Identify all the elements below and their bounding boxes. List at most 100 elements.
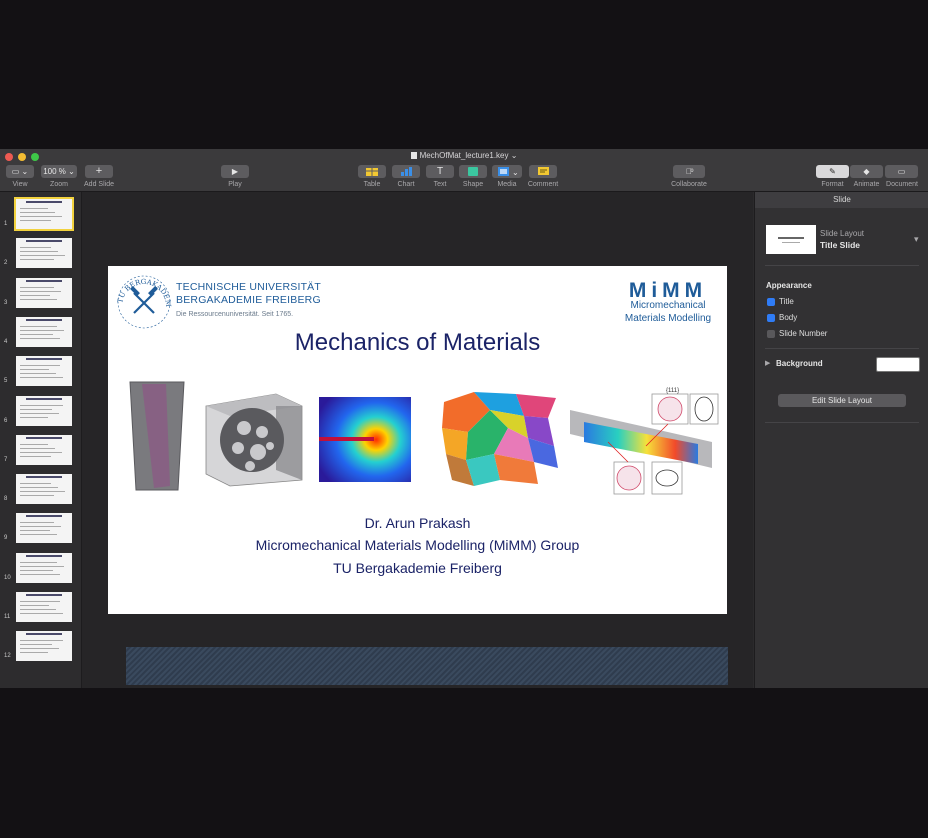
animate-button[interactable]: ◆ <box>850 165 883 178</box>
tab-slide[interactable]: Slide <box>755 192 928 208</box>
university-name-line1: TECHNISCHE UNIVERSITÄT <box>176 281 321 293</box>
mimm-line1: Micromechanical <box>630 300 706 311</box>
table-button[interactable] <box>358 165 386 178</box>
collaborate-icon: ⊕ͦ <box>686 167 692 176</box>
document-button[interactable]: ▭ <box>885 165 918 178</box>
slide-layout-label: Slide Layout <box>820 229 865 238</box>
divider <box>765 422 919 423</box>
table-label: Table <box>363 181 381 188</box>
slide-institution[interactable]: TU Bergakademie Freiberg <box>108 560 727 576</box>
zoom-value: 100 % <box>43 167 66 176</box>
add-slide-button[interactable]: + <box>85 165 113 178</box>
text-label: Text <box>433 181 447 188</box>
slide-thumbnail[interactable] <box>16 238 72 269</box>
media-label: Media <box>497 181 517 188</box>
slide-1[interactable]: TU BERGAKADEMIE FREIBERG TECHNISCHE UNIV… <box>108 266 727 614</box>
appearance-heading: Appearance <box>766 281 812 290</box>
keynote-document-icon <box>410 152 417 159</box>
slide-thumbnail[interactable] <box>16 356 72 387</box>
keynote-window: MechOfMat_lecture1.key ⌄ ▭ ⌄ View 100 % … <box>0 149 928 688</box>
disclosure-triangle-icon[interactable]: ▶ <box>765 359 770 367</box>
comment-button[interactable] <box>529 165 557 178</box>
slide-author[interactable]: Dr. Arun Prakash <box>108 515 727 531</box>
slide-thumbnail[interactable] <box>16 395 72 426</box>
chart-icon <box>401 167 412 176</box>
add-slide-label: Add Slide <box>84 181 114 188</box>
slide-number-label: 1 <box>4 221 8 227</box>
text-button[interactable]: T <box>426 165 454 178</box>
shape-label: Shape <box>462 181 484 188</box>
play-icon: ▶ <box>231 167 239 176</box>
edit-slide-layout-button[interactable]: Edit Slide Layout <box>778 394 906 407</box>
mimm-line2: Materials Modelling <box>624 313 712 324</box>
slide-thumbnail[interactable] <box>16 552 72 583</box>
slide-thumbnail[interactable] <box>16 474 72 505</box>
slide-navigator: 1 2 3 4 5 6 7 8 9 10 11 12 <box>0 192 82 688</box>
play-button[interactable]: ▶ <box>221 165 249 178</box>
cylinder-specimen-image <box>129 381 185 491</box>
view-label: View <box>12 181 28 188</box>
polycrystal-cube-image <box>205 393 303 487</box>
slide-canvas[interactable]: TU BERGAKADEMIE FREIBERG TECHNISCHE UNIV… <box>82 192 753 688</box>
crystal-plasticity-image: {111} <box>570 388 719 495</box>
chart-label: Chart <box>397 181 415 188</box>
svg-text:⌄: ⌄ <box>512 168 519 177</box>
view-button[interactable]: ▭ ⌄ <box>6 165 34 178</box>
slide-thumbnail[interactable] <box>16 513 72 544</box>
collaborate-button[interactable]: ⊕ͦ <box>673 165 705 178</box>
diamond-icon: ◆ <box>863 167 870 176</box>
title-checkbox-label: Title <box>779 297 794 306</box>
slide-number-label: 6 <box>4 417 8 424</box>
format-inspector: Slide Slide Layout Title Slide ▾ Appeara… <box>754 192 928 688</box>
tu-freiberg-seal-logo: TU BERGAKADEMIE FREIBERG <box>116 274 172 329</box>
slide-title[interactable]: Mechanics of Materials <box>108 329 727 357</box>
slide-thumbnail[interactable] <box>16 631 72 662</box>
media-icon: ⌄ <box>498 167 519 177</box>
window-title-text: MechOfMat_lecture1.key <box>419 151 509 160</box>
slide-number-label: 9 <box>4 535 8 542</box>
university-tagline: Die Ressourcenuniversität. Seit 1765. <box>176 311 294 318</box>
slide-number-checkbox[interactable] <box>767 330 775 338</box>
text-icon: T <box>436 166 444 177</box>
slide-thumbnail[interactable] <box>14 197 74 231</box>
document-label: Document <box>886 181 918 188</box>
chart-button[interactable] <box>392 165 420 178</box>
plus-icon: + <box>95 165 103 177</box>
shape-icon <box>468 167 478 176</box>
paintbrush-icon: ✎ <box>829 167 836 176</box>
zoom-label: Zoom <box>50 181 68 188</box>
slide-thumbnail[interactable] <box>16 434 72 465</box>
slide-number-label: 12 <box>4 653 11 660</box>
chevron-down-icon[interactable]: ⌄ <box>511 151 518 160</box>
toolbar: MechOfMat_lecture1.key ⌄ ▭ ⌄ View 100 % … <box>0 149 928 192</box>
slide-number-label: 5 <box>4 378 8 385</box>
document-icon: ▭ <box>897 167 906 176</box>
zoom-select[interactable]: 100 % ⌄ <box>41 165 77 178</box>
slide-thumbnail[interactable] <box>16 592 72 622</box>
slide-number-label: 8 <box>4 496 8 503</box>
table-icon <box>366 168 378 176</box>
body-checkbox[interactable] <box>767 314 775 322</box>
background-color-well[interactable] <box>876 357 920 372</box>
shape-button[interactable] <box>459 165 487 178</box>
slide-thumbnail[interactable] <box>16 316 72 347</box>
window-title: MechOfMat_lecture1.key ⌄ <box>0 151 928 160</box>
layout-dropdown-icon[interactable]: ▾ <box>914 234 919 245</box>
comment-icon <box>538 167 549 175</box>
slide-number-label: 3 <box>4 299 8 306</box>
divider <box>765 348 919 349</box>
media-button[interactable]: ⌄ <box>492 165 522 178</box>
polycrystal-grains-image <box>442 392 558 486</box>
slide-group-name[interactable]: Micromechanical Materials Modelling (MiM… <box>108 537 727 553</box>
layout-thumbnail[interactable] <box>766 225 816 254</box>
slide-number-label: 11 <box>4 614 11 620</box>
background-label[interactable]: Background <box>776 359 823 368</box>
sidebar-view-icon: ▭ ⌄ <box>11 167 29 176</box>
slide-thumbnail[interactable] <box>16 277 72 308</box>
format-button[interactable]: ✎ <box>816 165 849 178</box>
body-checkbox-label: Body <box>779 313 798 322</box>
title-checkbox[interactable] <box>767 298 775 306</box>
slide-number-checkbox-label: Slide Number <box>779 329 828 338</box>
slide-layout-name: Title Slide <box>820 240 860 250</box>
divider <box>765 265 919 266</box>
